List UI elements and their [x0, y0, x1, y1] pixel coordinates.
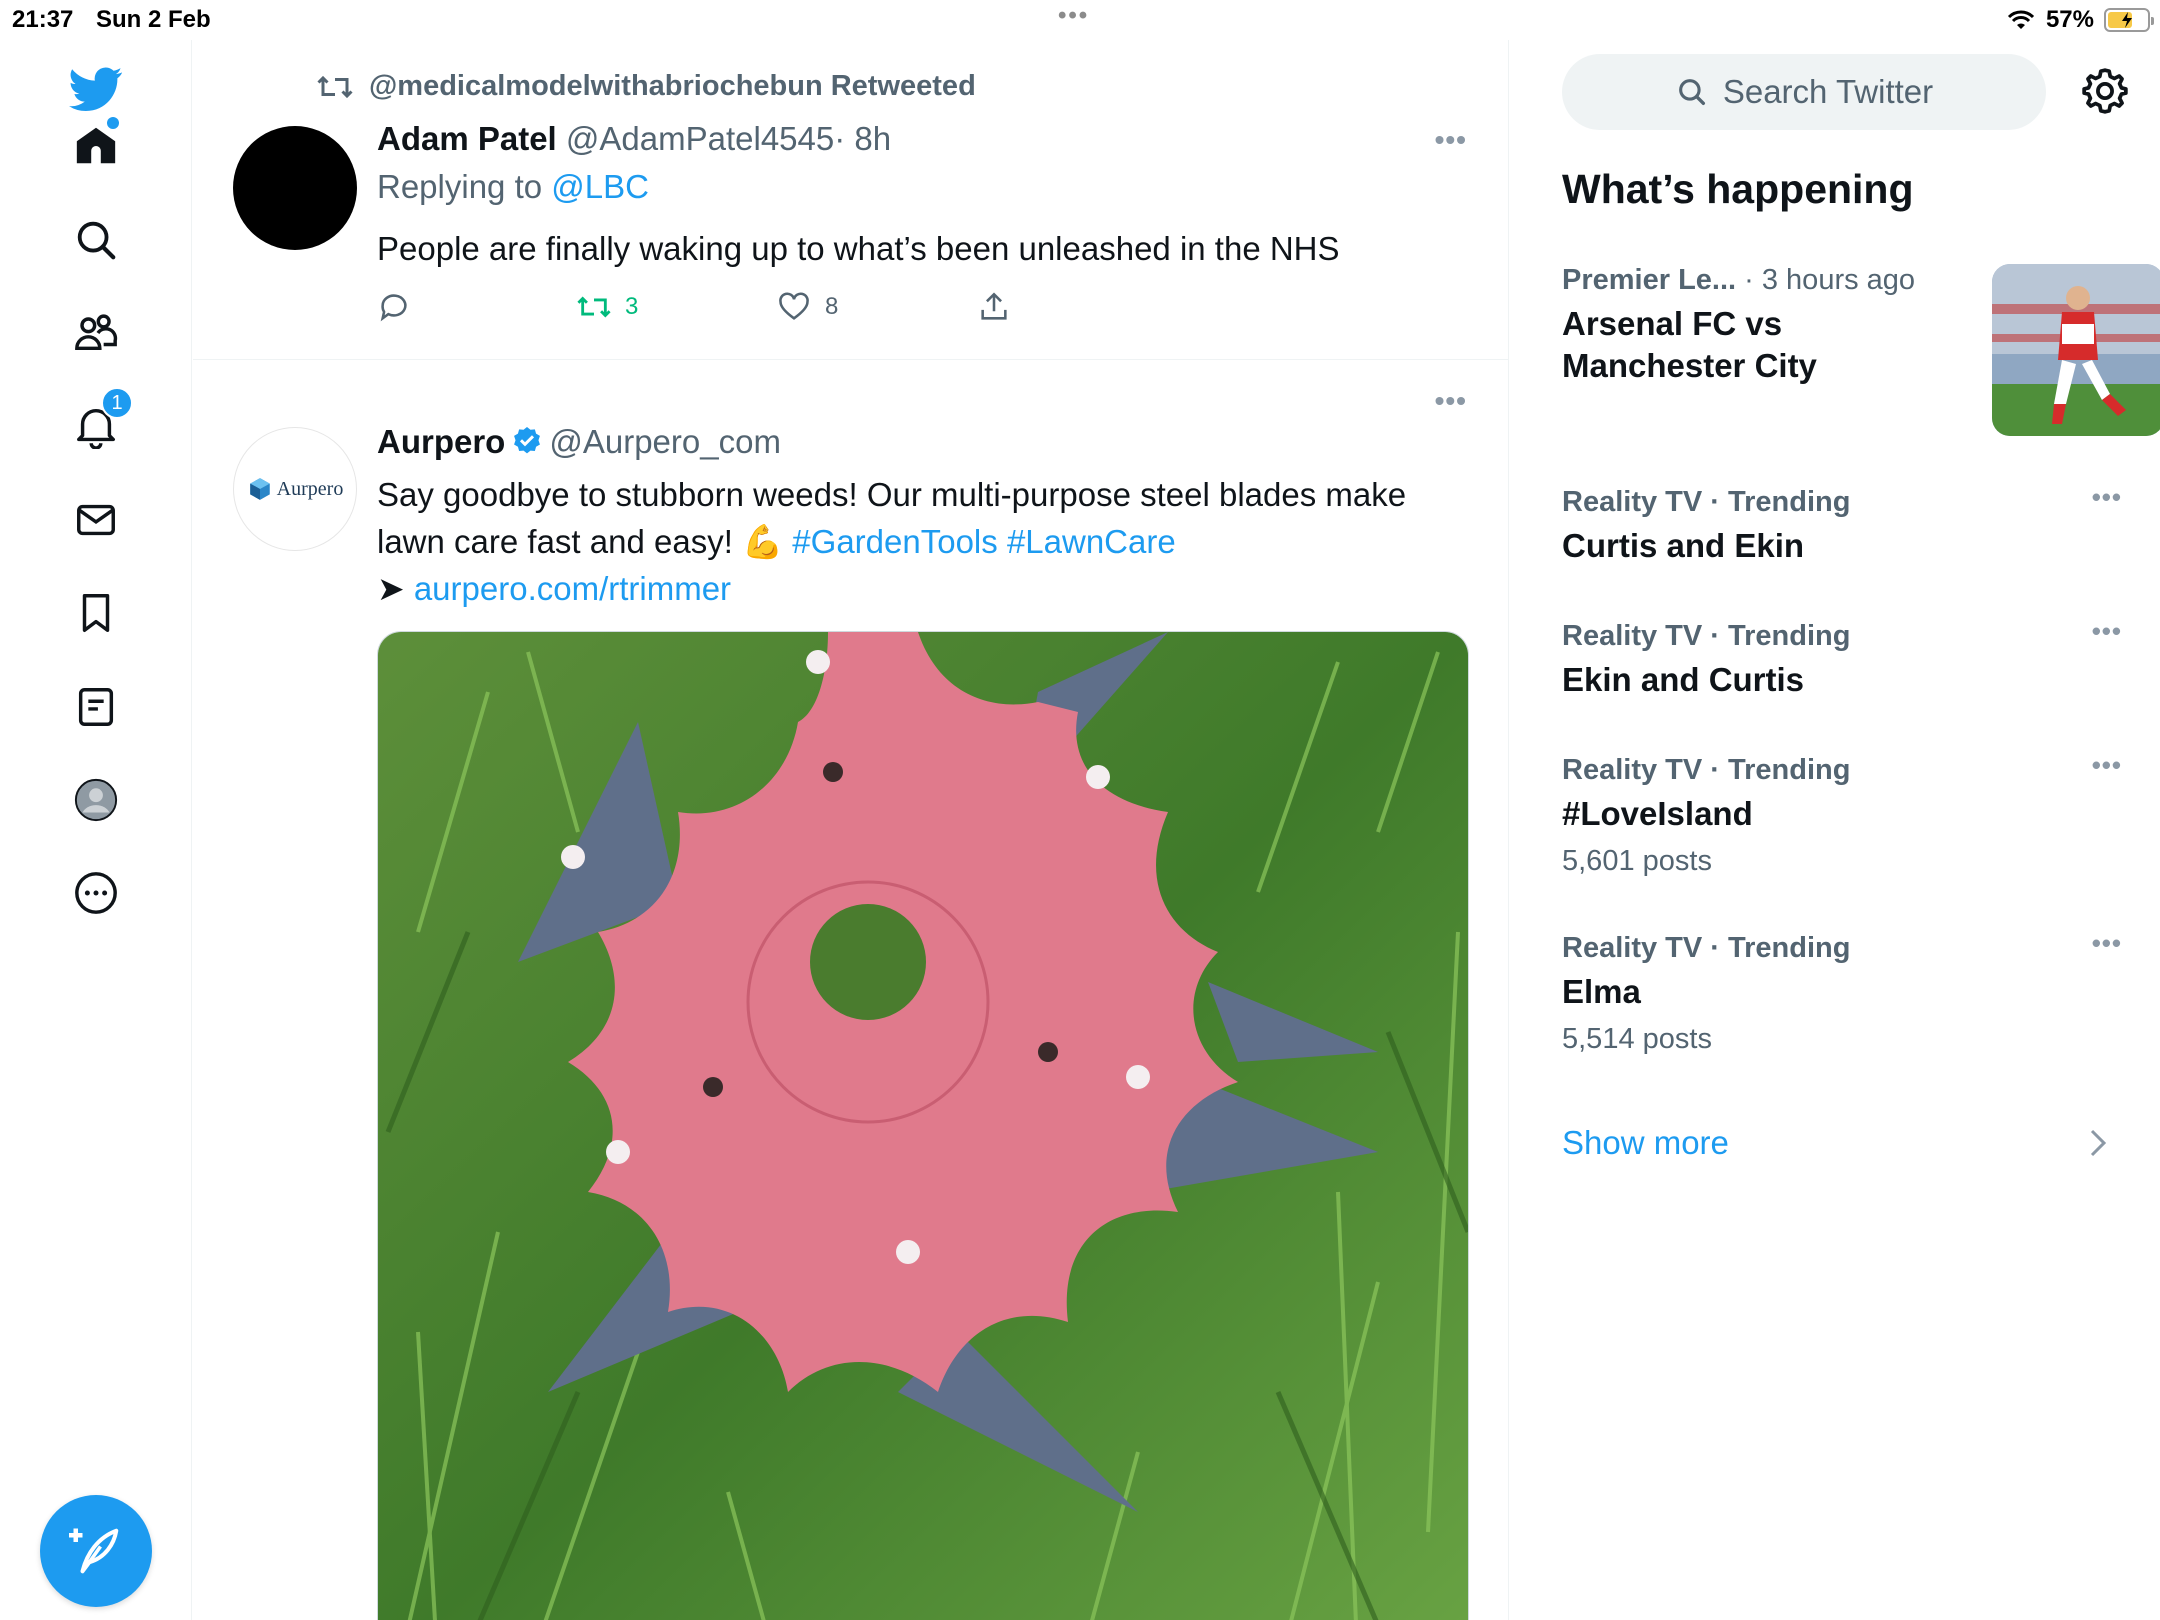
- status-date: Sun 2 Feb: [96, 6, 211, 33]
- search-placeholder: Search Twitter: [1722, 73, 1934, 110]
- notifications-badge: 1: [101, 387, 133, 419]
- multitasking-dots-icon[interactable]: •••: [1058, 2, 1089, 30]
- trend-context: Reality TV · Trending: [1562, 620, 1851, 652]
- featured-trend-time: · 3 hours ago: [1744, 264, 1916, 296]
- replying-prefix: Replying to: [377, 168, 543, 205]
- featured-trend[interactable]: Premier Le... · 3 hours ago Arsenal FC v…: [1562, 264, 2160, 444]
- author-name[interactable]: Adam Patel: [377, 120, 557, 157]
- heart-icon: [779, 292, 809, 320]
- retweet-context-label[interactable]: @medicalmodelwithabriochebun Retweeted: [369, 70, 976, 103]
- battery-percent: 57%: [2045, 6, 2094, 33]
- tweet-actions: 3 8: [377, 290, 1017, 330]
- status-time: 21:37: [12, 6, 74, 33]
- reply-button[interactable]: [377, 290, 411, 324]
- tweet-text: People are finally waking up to what’s b…: [377, 230, 1340, 267]
- tweet-header: Aurpero @Aurpero_com: [377, 423, 781, 461]
- tweet-text-line-3: ➤ aurpero.com/rtrimmer: [377, 565, 1477, 612]
- settings-gear-icon[interactable]: [2080, 66, 2130, 116]
- share-icon: [981, 292, 1007, 320]
- trend-title: Curtis and Ekin: [1562, 527, 1805, 564]
- wifi-icon: [2007, 10, 2035, 29]
- hashtag-link[interactable]: #LawnCare: [1007, 523, 1176, 560]
- timeline: @medicalmodelwithabriochebun Retweeted A…: [193, 40, 1509, 1620]
- status-right: 57%: [2006, 6, 2154, 34]
- search-icon: [1678, 79, 1705, 106]
- trend-more-icon[interactable]: •••: [2092, 750, 2122, 781]
- tweet-text-line-2: lawn care fast and easy! 💪 #GardenTools …: [377, 518, 1477, 565]
- share-button[interactable]: [977, 290, 1011, 324]
- trend-more-icon[interactable]: •••: [2092, 616, 2122, 647]
- compose-tweet-button[interactable]: [40, 1495, 152, 1607]
- author-name[interactable]: Aurpero: [377, 423, 505, 460]
- messages-icon[interactable]: [63, 487, 129, 553]
- trend-title: #LoveIsland: [1562, 795, 1753, 832]
- trend-title: Elma: [1562, 973, 1641, 1010]
- avatar-text: Aurpero: [276, 477, 344, 500]
- retweet-context: @medicalmodelwithabriochebun Retweeted: [317, 70, 976, 103]
- profile-icon[interactable]: [63, 767, 129, 833]
- retweet-count: 3: [625, 293, 639, 320]
- verified-badge-icon: [514, 427, 541, 454]
- tweet-time[interactable]: · 8h: [834, 120, 891, 157]
- trend-context: Reality TV · Trending: [1562, 932, 1851, 964]
- notifications-icon[interactable]: 1: [63, 387, 133, 459]
- compose-feather-icon: [69, 1528, 119, 1574]
- home-icon[interactable]: [63, 113, 129, 179]
- reply-icon: [380, 294, 407, 322]
- tweet-text-line-2-start: lawn care fast and easy! 💪: [377, 523, 784, 560]
- search-field[interactable]: Search Twitter: [1562, 54, 2046, 130]
- tweet-text-line-1: Say goodbye to stubborn weeds! Our multi…: [377, 476, 1407, 513]
- status-bar: 21:37 Sun 2 Feb ••• 57%: [0, 0, 2160, 40]
- featured-trend-thumbnail: [1992, 264, 2160, 436]
- arrow-glyph: ➤: [377, 570, 405, 607]
- like-count: 8: [825, 293, 839, 320]
- right-sidebar: Search Twitter What’s happening Premier …: [1510, 40, 2160, 1620]
- trend-item[interactable]: Reality TV · Trending Elma 5,514 posts •…: [1562, 928, 2122, 1056]
- more-icon[interactable]: [63, 860, 129, 926]
- battery-icon: [2104, 8, 2154, 32]
- trend-title: Ekin and Curtis: [1562, 661, 1805, 698]
- left-navigation: 1: [0, 40, 192, 1620]
- retweet-button[interactable]: 3: [577, 290, 638, 324]
- replying-to-link[interactable]: @LBC: [551, 168, 649, 205]
- author-handle[interactable]: @AdamPatel4545: [566, 120, 834, 157]
- trend-item[interactable]: Reality TV · Trending Ekin and Curtis ••…: [1562, 616, 2122, 701]
- trend-context: Reality TV · Trending: [1562, 754, 1851, 786]
- tweet-more-icon[interactable]: •••: [1435, 385, 1467, 417]
- trend-item[interactable]: Reality TV · Trending #LoveIsland 5,601 …: [1562, 750, 2122, 878]
- featured-trend-source: Premier Le...: [1562, 264, 1737, 296]
- tweet-media-image[interactable]: [377, 631, 1469, 1620]
- trend-more-icon[interactable]: •••: [2092, 482, 2122, 513]
- communities-icon[interactable]: [63, 300, 129, 366]
- tweet-adam-patel[interactable]: @medicalmodelwithabriochebun Retweeted A…: [193, 40, 1508, 360]
- tweet-text: Say goodbye to stubborn weeds! Our multi…: [377, 471, 1477, 612]
- tweet-more-icon[interactable]: •••: [1435, 124, 1467, 156]
- tweet-header: Adam Patel @AdamPatel4545· 8h: [377, 120, 891, 158]
- whats-happening-title: What’s happening: [1562, 166, 1914, 212]
- trend-post-count: 5,601 posts: [1562, 845, 1712, 877]
- home-unread-dot: [107, 117, 119, 129]
- chevron-right-icon[interactable]: [2086, 1128, 2110, 1158]
- trimmer-blade-image: [378, 632, 1468, 1620]
- avatar[interactable]: Aurpero: [233, 427, 357, 551]
- trend-post-count: 5,514 posts: [1562, 1023, 1712, 1055]
- lists-icon[interactable]: [63, 674, 129, 740]
- search-icon[interactable]: [63, 207, 129, 273]
- tweet-aurpero[interactable]: Aurpero Aurpero @Aurpero_com ••• Say good…: [193, 361, 1508, 1620]
- author-handle[interactable]: @Aurpero_com: [549, 423, 781, 460]
- show-more-link[interactable]: Show more: [1562, 1124, 1729, 1162]
- trend-item[interactable]: Reality TV · Trending Curtis and Ekin ••…: [1562, 482, 2122, 567]
- bookmarks-icon[interactable]: [63, 580, 129, 646]
- retweet-icon: [577, 296, 611, 318]
- trend-more-icon[interactable]: •••: [2092, 928, 2122, 959]
- avatar[interactable]: [233, 126, 357, 250]
- replying-to: Replying to @LBC: [377, 168, 649, 206]
- url-link[interactable]: aurpero.com/rtrimmer: [414, 570, 731, 607]
- retweet-icon: [317, 75, 353, 98]
- trend-context: Reality TV · Trending: [1562, 486, 1851, 518]
- hashtag-link[interactable]: #GardenTools: [792, 523, 997, 560]
- aurpero-logo-icon: [249, 478, 270, 500]
- like-button[interactable]: 8: [777, 290, 838, 324]
